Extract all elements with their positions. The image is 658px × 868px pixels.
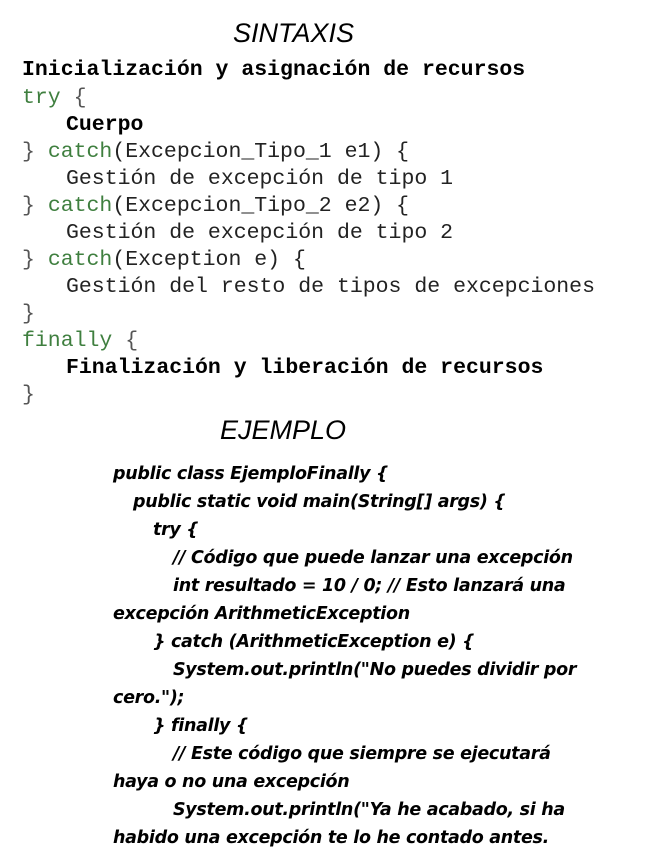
example-line: haya o no una excepción xyxy=(113,772,350,792)
example-heading: EJEMPLO xyxy=(220,415,347,445)
example-line: int resultado = 10 / 0; // Esto lanzará … xyxy=(173,576,566,596)
example-line: System.out.println("Ya he acabado, si ha xyxy=(173,800,565,820)
example-line: habido una excepción te lo he contado an… xyxy=(113,828,550,848)
brace: } xyxy=(22,194,48,218)
code-line: Cuerpo xyxy=(66,113,144,137)
code-line: Gestión de excepción de tipo 1 xyxy=(66,167,454,191)
keyword: catch xyxy=(47,140,113,164)
code-line: Gestión del resto de tipos de excepcione… xyxy=(66,275,595,299)
code-line: finally { xyxy=(22,328,138,355)
keyword: catch xyxy=(47,248,113,272)
syntax-heading: SINTAXIS xyxy=(233,18,355,48)
keyword: catch xyxy=(47,194,113,218)
code-line: try { xyxy=(22,85,87,112)
example-line: // Este código que siempre se ejecutará xyxy=(173,744,551,764)
example-line: try { xyxy=(153,520,199,540)
code-line: } catch(Exception e) { xyxy=(22,247,306,274)
brace: } xyxy=(22,140,48,164)
example-line: public class EjemploFinally { xyxy=(113,464,389,484)
code-line: } xyxy=(22,302,35,326)
code-line: } catch(Excepcion_Tipo_1 e1) { xyxy=(22,139,409,166)
code-text: (Exception e) { xyxy=(112,248,306,272)
code-text: (Excepcion_Tipo_1 e1) { xyxy=(112,140,410,164)
example-line: } catch (ArithmeticException e) { xyxy=(153,632,475,652)
keyword: finally xyxy=(22,329,113,353)
keyword: try xyxy=(22,86,61,110)
example-line: cero."); xyxy=(113,688,185,708)
code-line: } catch(Excepcion_Tipo_2 e2) { xyxy=(22,193,409,220)
code-line: Finalización y liberación de recursos xyxy=(66,356,544,380)
code-line: Inicialización y asignación de recursos xyxy=(22,58,526,82)
example-line: public static void main(String[] args) { xyxy=(133,492,506,512)
example-line: // Código que puede lanzar una excepción xyxy=(173,548,573,568)
brace: { xyxy=(112,329,139,353)
example-line: excepción ArithmeticException xyxy=(113,604,410,624)
code-line: } xyxy=(22,383,35,407)
code-text: (Excepcion_Tipo_2 e2) { xyxy=(112,194,410,218)
example-line: System.out.println("No puedes dividir po… xyxy=(173,660,577,680)
brace: { xyxy=(60,86,87,110)
brace: } xyxy=(22,248,48,272)
code-line: Gestión de excepción de tipo 2 xyxy=(66,221,454,245)
example-line: } finally { xyxy=(153,716,249,736)
